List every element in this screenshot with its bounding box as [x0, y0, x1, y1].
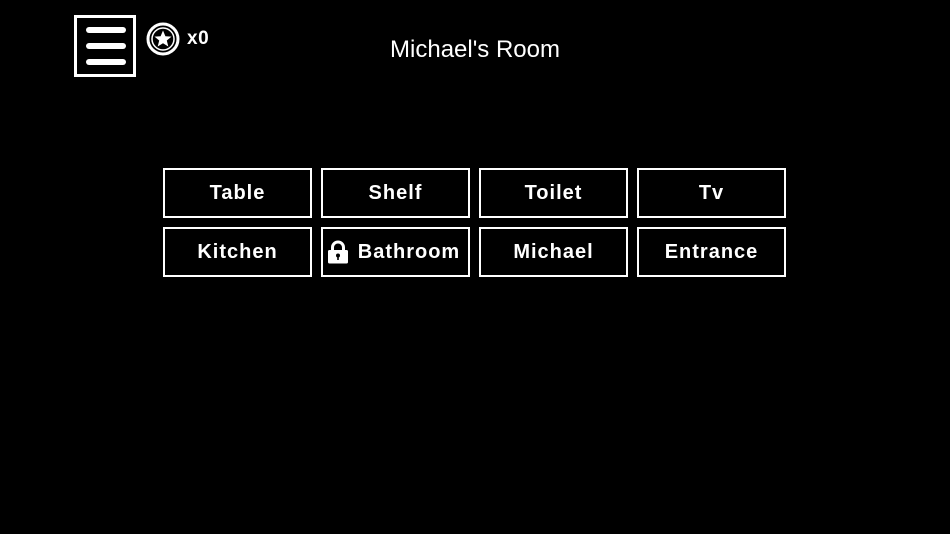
location-label: Table — [209, 181, 266, 204]
location-label: Bathroom — [357, 240, 461, 263]
location-button-shelf[interactable]: Shelf — [321, 168, 470, 218]
location-button-bathroom[interactable]: Bathroom — [321, 227, 470, 277]
location-label: Michael — [513, 240, 594, 263]
location-button-toilet[interactable]: Toilet — [479, 168, 628, 218]
location-button-table[interactable]: Table — [163, 168, 312, 218]
location-label: Entrance — [664, 240, 759, 263]
location-label: Kitchen — [197, 240, 278, 263]
location-button-entrance[interactable]: Entrance — [637, 227, 786, 277]
location-button-michael[interactable]: Michael — [479, 227, 628, 277]
location-label: Shelf — [368, 181, 423, 204]
location-label: Tv — [698, 181, 725, 204]
hamburger-menu-icon — [86, 27, 126, 33]
lock-icon — [327, 240, 348, 264]
location-button-kitchen[interactable]: Kitchen — [163, 227, 312, 277]
location-grid: Table Shelf Toilet Tv Kitchen Bathroom M… — [163, 168, 786, 277]
location-label: Toilet — [524, 181, 583, 204]
room-title: Michael's Room — [390, 36, 560, 63]
location-button-tv[interactable]: Tv — [637, 168, 786, 218]
